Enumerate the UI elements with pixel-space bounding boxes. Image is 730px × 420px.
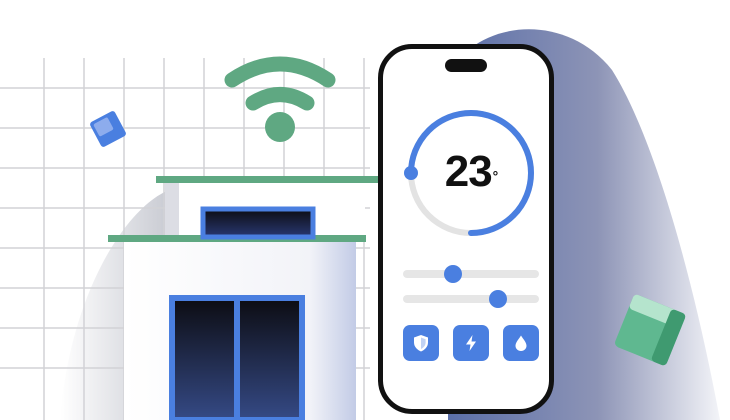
power-button[interactable] (453, 325, 489, 361)
temperature-readout: 23° (401, 147, 541, 197)
temperature-value: 23 (444, 147, 493, 196)
degree-symbol: ° (492, 168, 499, 184)
background-illustration (0, 29, 720, 420)
upper-roof (156, 176, 384, 183)
shield-button[interactable] (403, 325, 439, 361)
water-button[interactable] (503, 325, 539, 361)
slider-1[interactable] (403, 265, 539, 283)
lightning-icon (466, 335, 476, 351)
house-window (200, 206, 316, 240)
blue-cube-icon (90, 111, 126, 147)
water-drop-icon (515, 335, 527, 351)
slider-1-knob[interactable] (444, 265, 463, 283)
shield-icon (414, 335, 428, 352)
phone-frame: 23° (378, 44, 554, 414)
wifi-dot (265, 112, 295, 142)
house-upper-shadow (165, 182, 179, 240)
slider-2-knob[interactable] (489, 290, 508, 308)
wifi-icon (224, 56, 336, 111)
phone-notch (445, 59, 487, 72)
slider-2[interactable] (403, 290, 539, 308)
